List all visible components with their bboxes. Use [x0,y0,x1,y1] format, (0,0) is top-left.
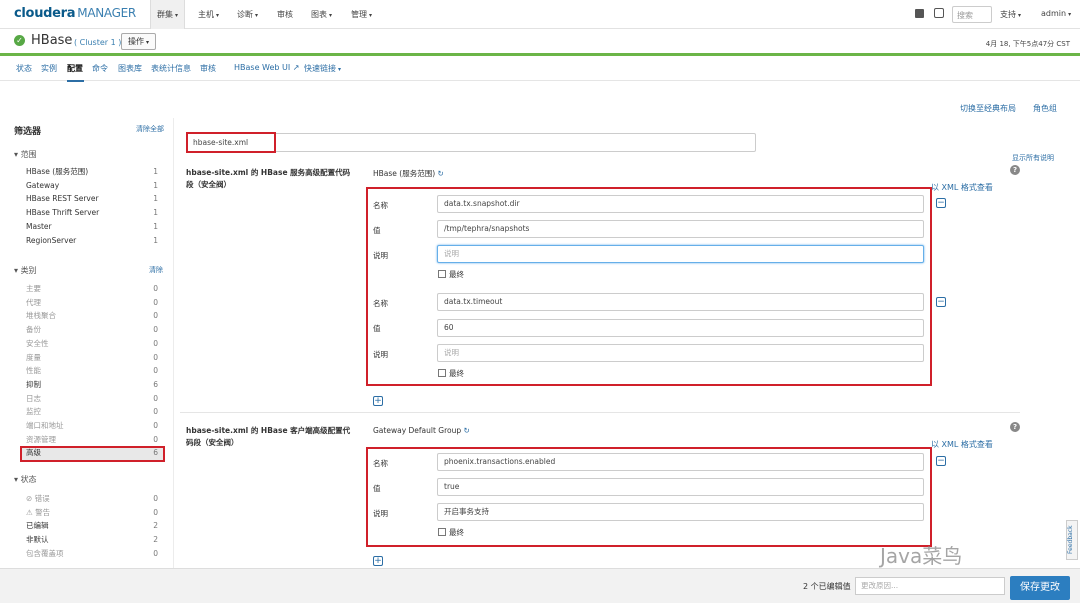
service-title: HBase [31,33,73,48]
add-entry-icon[interactable]: + [373,396,383,406]
brand-name: cloudera [14,6,76,21]
cloudera-logo[interactable]: cloudera MANAGER [14,6,136,21]
status-item-overrides[interactable]: 包含覆盖项 0 [0,547,174,561]
divider [180,412,1020,413]
config2-scope: Gateway Default Group ↻ [373,426,470,435]
scope-item-gateway[interactable]: Gateway 1 [0,179,174,193]
switch-classic-layout-link[interactable]: 切换至经典布局 [960,103,1016,114]
global-search-input[interactable]: 搜索 [952,6,992,23]
category-section-toggle[interactable]: ▾ 类别 [14,265,37,276]
question-icon[interactable]: ? [1010,165,1020,175]
tab-instances[interactable]: 实例 [41,63,57,74]
highlight-advanced [20,446,165,462]
external-link-icon: ↗ [292,63,300,72]
change-reason-input[interactable]: 更改原因... [855,577,1005,595]
question-icon[interactable]: ? [1010,422,1020,432]
remove-entry-icon[interactable]: − [936,456,946,466]
category-item-logs[interactable]: 日志 0 [0,392,174,406]
tab-table-stats[interactable]: 表统计信息 [151,63,191,74]
category-item-stacks[interactable]: 堆栈聚合 0 [0,309,174,323]
nav-hosts[interactable]: 主机 ▾ [192,0,225,29]
notification-icon[interactable] [934,8,944,18]
category-item-backup[interactable]: 备份 0 [0,323,174,337]
add-entry-icon[interactable]: + [373,556,383,566]
watermark: Java菜鸟 [880,544,963,568]
service-tabs: 状态 实例 配置 命令 图表库 表统计信息 审核 HBase Web UI ↗ … [0,59,1080,81]
tab-hbase-webui[interactable]: HBase Web UI ↗ [234,63,300,72]
clear-category-link[interactable]: 清除 [149,265,163,275]
category-item-security[interactable]: 安全性 0 [0,337,174,351]
nav-audits[interactable]: 审核 [271,0,299,29]
filter-sidebar: 筛选器 清除全部 ▾ 范围 HBase (服务范围) 1 Gateway 1 HBa… [0,118,174,568]
status-item-edited[interactable]: 已编辑 2 [0,519,174,533]
warning-icon: ⚠ 警告 [26,507,51,517]
tab-status[interactable]: 状态 [16,63,32,74]
config1-title: hbase-site.xml 的 HBase 服务高级配置代码段（安全阀） [186,168,351,189]
feedback-tab[interactable]: Feedback [1066,520,1078,560]
top-navbar: cloudera MANAGER 群集 ▾ 主机 ▾ 诊断 ▾ 审核 图表 ▾ 管理 ▾ 搜… [0,0,1080,29]
support-menu[interactable]: 支持 ▾ [1000,9,1021,20]
status-item-error[interactable]: ⊘ 错误 0 [0,492,174,506]
scope-item-thrift[interactable]: HBase Thrift Server 1 [0,206,174,220]
service-time: 4月 18, 下午5点47分 CST [985,40,1070,48]
nav-admin[interactable]: 管理 ▾ [345,0,378,29]
highlight-search [186,132,276,153]
tab-quick-links[interactable]: 快速链接 ▾ [304,63,341,74]
cluster-link[interactable]: ( Cluster 1 ) [74,38,121,47]
config2-xml-view-link[interactable]: 以 XML 格式查看 [931,439,993,450]
error-icon: ⊘ 错误 [26,494,50,503]
config1-xml-view-link[interactable]: 以 XML 格式查看 [931,182,993,193]
category-item-ports[interactable]: 端口和地址 0 [0,419,174,433]
nav-diagnostics[interactable]: 诊断 ▾ [231,0,264,29]
briefcase-icon[interactable] [915,9,924,18]
undo-icon[interactable]: ↻ [438,169,444,178]
tab-commands[interactable]: 命令 [92,63,108,74]
actions-button[interactable]: 操作 ▾ [121,33,157,50]
remove-entry-icon[interactable]: − [936,198,946,208]
status-section-toggle[interactable]: ▾ 状态 [14,474,37,485]
config2-title: hbase-site.xml 的 HBase 客户端高级配置代码段（安全阀） [186,426,351,447]
show-all-descriptions-link[interactable]: 显示所有说明 [1012,153,1054,163]
tab-audits[interactable]: 审核 [200,63,216,74]
service-header: ✓ HBase ( Cluster 1 ) 操作 ▾ 4月 18, 下午5点47分… [0,29,1080,56]
save-changes-button[interactable]: 保存更改 [1010,576,1070,600]
scope-section-toggle[interactable]: ▾ 范围 [14,149,37,160]
clear-all-link[interactable]: 清除全部 [136,124,164,134]
highlight-config2 [366,447,932,547]
category-item-resource[interactable]: 资源管理 0 [0,433,174,447]
tab-configuration[interactable]: 配置 [67,63,83,74]
remove-entry-icon[interactable]: − [936,297,946,307]
user-menu[interactable]: admin ▾ [1041,9,1071,18]
category-item-suppress[interactable]: 抑制 6 [0,378,174,392]
filter-title: 筛选器 [14,127,42,137]
status-item-warning[interactable]: ⚠ 警告 0 [0,506,174,520]
nav-clusters[interactable]: 群集 ▾ [150,0,186,29]
tab-chart-library[interactable]: 图表库 [118,63,142,74]
edited-count: 2 个已编辑值 [803,582,851,591]
status-item-nondefault[interactable]: 非默认 2 [0,533,174,547]
scope-item-master[interactable]: Master 1 [0,220,174,234]
category-item-monitoring[interactable]: 监控 0 [0,405,174,419]
category-item-metrics[interactable]: 度量 0 [0,351,174,365]
config1-scope: HBase (服务范围) ↻ [373,169,444,178]
undo-icon[interactable]: ↻ [464,426,470,435]
category-item-proxy[interactable]: 代理 0 [0,296,174,310]
scope-item-hbase[interactable]: HBase (服务范围) 1 [0,165,174,179]
scope-item-rest[interactable]: HBase REST Server 1 [0,192,174,206]
nav-charts[interactable]: 图表 ▾ [305,0,338,29]
check-circle-icon: ✓ [14,35,25,46]
category-item-main[interactable]: 主要 0 [0,282,174,296]
brand-product: MANAGER [77,6,136,20]
role-groups-link[interactable]: 角色组 [1033,103,1057,114]
scope-item-regionserver[interactable]: RegionServer 1 [0,234,174,248]
highlight-config1 [366,187,932,386]
active-tab-indicator [67,80,84,82]
category-item-performance[interactable]: 性能 0 [0,364,174,378]
